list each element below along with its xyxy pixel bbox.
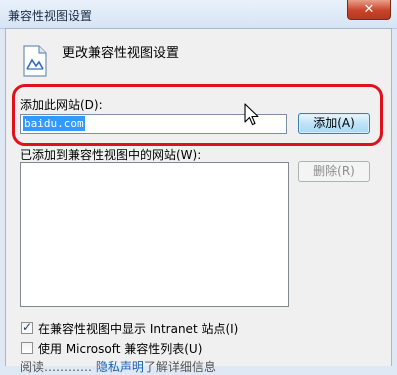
added-sites-label: 已添加到兼容性视图中的网站(W): xyxy=(20,148,202,162)
highlight-annotation xyxy=(12,84,383,146)
header-title: 更改兼容性视图设置 xyxy=(62,46,180,61)
checkmark-icon: ✓ xyxy=(22,320,33,334)
delete-button[interactable]: 删除(R) xyxy=(298,161,370,182)
close-button[interactable]: ✕ xyxy=(347,0,391,20)
added-sites-list[interactable] xyxy=(20,162,289,307)
privacy-note-suffix: 了解详细信息 xyxy=(143,360,216,374)
privacy-note-prefix: 阅读 xyxy=(20,360,45,374)
title-bar: 兼容性视图设置 ✕ xyxy=(0,0,397,29)
privacy-note: 阅读………… 隐私声明了解详细信息 xyxy=(20,360,216,374)
window-title: 兼容性视图设置 xyxy=(8,9,93,23)
mouse-pointer-icon xyxy=(244,103,259,126)
close-icon: ✕ xyxy=(363,2,375,17)
compat-view-icon xyxy=(23,45,47,77)
ms-compat-list-option-label: 使用 Microsoft 兼容性列表(U) xyxy=(38,342,203,356)
intranet-checkbox[interactable]: ✓ xyxy=(21,320,33,334)
privacy-link[interactable]: 隐私声明 xyxy=(96,360,144,374)
intranet-option-label: 在兼容性视图中显示 Intranet 站点(I) xyxy=(38,322,239,336)
ms-compat-list-checkbox[interactable] xyxy=(21,342,33,354)
